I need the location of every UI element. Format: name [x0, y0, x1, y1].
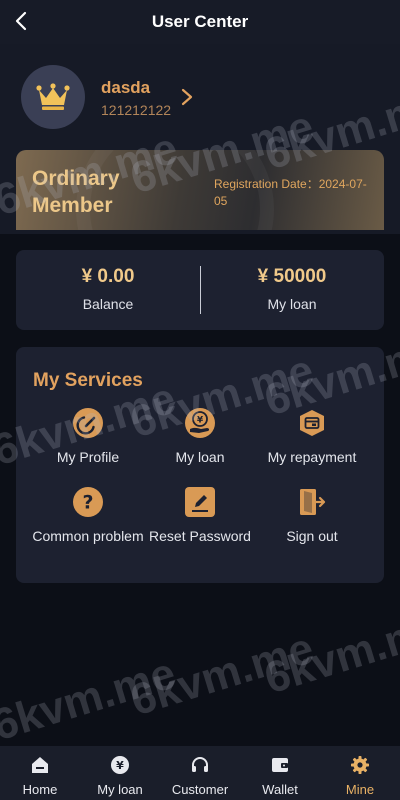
svg-text:?: ? — [82, 492, 93, 514]
member-level: Ordinary Member — [32, 167, 120, 217]
loan-stat[interactable]: ¥ 50000 My loan — [200, 266, 384, 312]
service-label: My loan — [175, 449, 225, 465]
question-circle-icon: ? — [72, 486, 104, 518]
user-center-screen: User Center dasda 121212122 Ordinary Mem… — [0, 0, 400, 800]
service-my-loan[interactable]: ¥ My loan — [140, 407, 260, 467]
svg-text:¥: ¥ — [116, 759, 124, 772]
service-label: My Profile — [56, 449, 120, 465]
username[interactable]: dasda — [101, 78, 150, 98]
balance-label: Balance — [82, 296, 134, 312]
service-label: Reset Password — [149, 528, 251, 544]
watermark: 6kvm.me — [124, 623, 320, 726]
wallet-card-icon — [296, 407, 328, 439]
balance-card: ¥ 0.00 Balance ¥ 50000 My loan — [16, 250, 384, 330]
back-button[interactable] — [8, 8, 34, 34]
wallet-icon — [269, 754, 291, 776]
headset-icon — [189, 754, 211, 776]
service-sign-out[interactable]: Sign out — [252, 486, 372, 546]
nav-label: Home — [22, 782, 58, 797]
chevron-left-icon — [15, 11, 27, 31]
edit-square-icon — [184, 486, 216, 518]
balance-stat[interactable]: ¥ 0.00 Balance — [16, 266, 200, 312]
profile-panel: dasda 121212122 Ordinary Member Registra… — [0, 44, 400, 234]
avatar[interactable] — [21, 65, 85, 129]
service-my-profile[interactable]: My Profile — [28, 407, 148, 467]
service-my-repayment[interactable]: My repayment — [252, 407, 372, 467]
top-bar: User Center — [0, 0, 400, 44]
service-label: Sign out — [286, 528, 338, 544]
balance-value: ¥ 0.00 — [81, 266, 135, 287]
bottom-nav: Home ¥ My loan Customer Wallet Mine — [0, 746, 400, 800]
nav-customer[interactable]: Customer — [160, 746, 240, 800]
service-label: My repayment — [267, 449, 357, 465]
user-id: 121212122 — [101, 102, 172, 118]
nav-label: Wallet — [262, 782, 298, 797]
watermark: 6kvm.me — [0, 648, 182, 751]
service-reset-password[interactable]: Reset Password — [140, 486, 260, 546]
loan-value: ¥ 50000 — [257, 266, 327, 287]
yen-circle-icon: ¥ — [109, 754, 131, 776]
gear-icon — [349, 754, 371, 776]
profile-arrow-button[interactable] — [178, 87, 196, 107]
yen-coin-icon: ¥ — [184, 407, 216, 439]
service-label: Common problem — [32, 528, 144, 544]
svg-text:¥: ¥ — [197, 416, 204, 426]
pencil-circle-icon — [72, 407, 104, 439]
service-common-problem[interactable]: ? Common problem — [28, 486, 148, 546]
services-title: My Services — [33, 370, 143, 391]
nav-label: My loan — [97, 782, 143, 797]
exit-door-icon — [296, 486, 328, 518]
home-icon — [29, 754, 51, 776]
nav-my-loan[interactable]: ¥ My loan — [80, 746, 160, 800]
chevron-right-icon — [181, 88, 193, 106]
membership-card: Ordinary Member Registration Date：2024-0… — [16, 150, 384, 230]
crown-icon — [36, 83, 70, 110]
nav-home[interactable]: Home — [0, 746, 80, 800]
loan-label: My loan — [267, 296, 317, 312]
page-title: User Center — [151, 12, 249, 31]
watermark: 6kvm.me — [258, 601, 400, 704]
nav-label: Mine — [345, 782, 375, 797]
registration-date: Registration Date：2024-07-05 — [214, 177, 367, 208]
nav-wallet[interactable]: Wallet — [240, 746, 320, 800]
nav-label: Customer — [171, 782, 229, 797]
services-card: My Services My Profile ¥ My loan My repa… — [16, 347, 384, 583]
nav-mine[interactable]: Mine — [320, 746, 400, 800]
